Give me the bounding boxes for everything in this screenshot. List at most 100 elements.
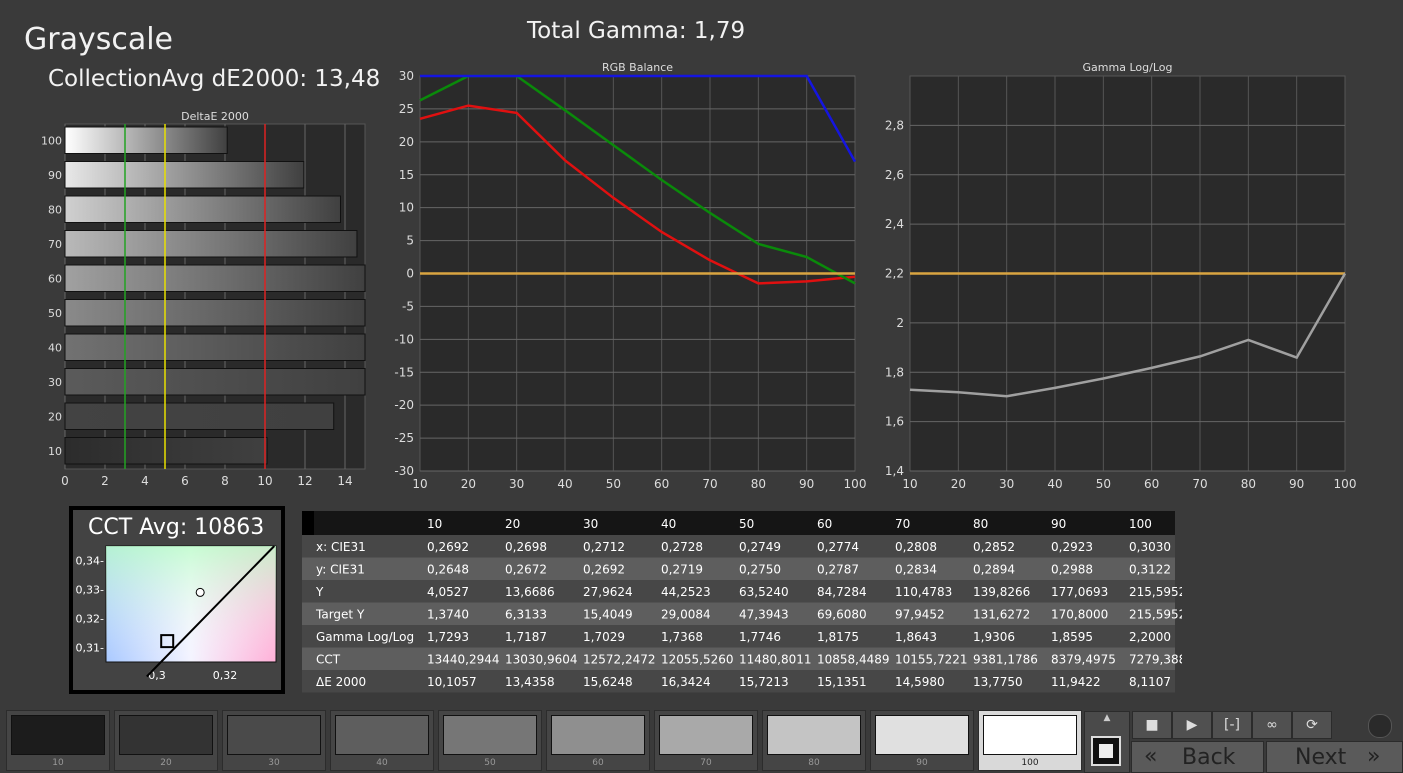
swatch-60[interactable]: 60 [546,710,650,771]
gamma-ytick-label: 2,8 [885,118,904,132]
table-corner [302,511,314,535]
swatch-50[interactable]: 50 [438,710,542,771]
gamma-xtick-label: 100 [1334,477,1357,491]
swatch-label: 60 [592,758,604,768]
table-column-header: 30 [583,517,598,531]
table-cell: 9381,1786 [973,653,1038,667]
swatch-30[interactable]: 30 [222,710,326,771]
table-cell: 0,2750 [739,563,781,577]
stop-button[interactable]: ■ [1132,711,1172,739]
swatch-label: 10 [52,758,64,768]
collection-avg-de2000: CollectionAvg dE2000: 13,48 [48,66,381,92]
rgb-ytick-label: -25 [394,431,414,445]
table-column-header: 50 [739,517,754,531]
table-cell: 84,7284 [817,585,867,599]
chevron-up-icon[interactable]: ▲ [1085,712,1129,724]
table-cell: 15,6248 [583,675,633,689]
table-row-label: CCT [316,653,341,667]
table-cell: 170,8000 [1051,608,1108,622]
table-cell: 215,5952 [1129,608,1182,622]
table-cell: 1,8595 [1051,630,1093,644]
play-button[interactable]: ▶ [1172,711,1212,739]
loop-button[interactable]: ∞ [1252,711,1292,739]
gamma-ytick-label: 2,6 [885,168,904,182]
rgb-xtick-label: 40 [557,477,572,491]
table-cell: 1,7293 [427,630,469,644]
gamma-xtick-label: 10 [902,477,917,491]
gamma-xtick-label: 40 [1047,477,1062,491]
table-row-label: Gamma Log/Log [316,630,414,644]
table-cell: 1,7746 [739,630,781,644]
stop-big-button[interactable] [1091,736,1121,766]
table-cell: 6,3133 [505,608,547,622]
rgb-ytick-label: 25 [399,102,414,116]
swatch-color [767,715,861,755]
back-label: Back [1182,745,1236,770]
table-cell: 177,0693 [1051,585,1108,599]
table-cell: 2,2000 [1129,630,1171,644]
table-cell: 4,0527 [427,585,469,599]
rgb-xtick-label: 50 [606,477,621,491]
swatch-80[interactable]: 80 [762,710,866,771]
table-cell: 69,6080 [817,608,867,622]
stop-icon: ■ [1145,717,1159,733]
rgb-xtick-label: 90 [799,477,814,491]
rgb-ytick-label: -30 [394,464,414,478]
deltae-bar [64,161,305,189]
deltae-bar [64,126,228,154]
gamma-xtick-label: 20 [951,477,966,491]
table-cell: 29,0084 [661,608,711,622]
rgb-ytick-label: 10 [399,201,414,215]
table-column-header: 10 [427,517,442,531]
table-column-header: 100 [1129,517,1152,531]
deltae-bar [64,437,268,465]
table-cell: 13,4358 [505,675,555,689]
swatch-10[interactable]: 10 [6,710,110,771]
deltae-category-label: 10 [48,445,62,458]
nav-arrows[interactable]: ▲ [1084,711,1130,773]
deltae-category-label: 90 [48,169,62,182]
table-row-label: y: CIE31 [316,563,365,577]
table-cell: 131,6272 [973,608,1030,622]
table-cell: 15,1351 [817,675,867,689]
swatch-color [227,715,321,755]
swatch-70[interactable]: 70 [654,710,758,771]
table-cell: 15,4049 [583,608,633,622]
deltae-xtick-label: 6 [181,474,189,488]
swatch-label: 90 [916,758,928,768]
table-cell: 139,8266 [973,585,1030,599]
rgb-xtick-label: 30 [509,477,524,491]
deltae-category-label: 20 [48,410,62,423]
table-cell: 10858,4489 [817,653,890,667]
table-cell: 0,2672 [505,563,547,577]
refresh-button[interactable]: ⟳ [1292,711,1332,739]
table-cell: 0,2808 [895,540,937,554]
swatch-100[interactable]: 100 [978,710,1082,771]
table-cell: 13,6686 [505,585,555,599]
swatch-20[interactable]: 20 [114,710,218,771]
table-cell: 0,2923 [1051,540,1093,554]
deltae-xtick-label: 8 [221,474,229,488]
swatch-label: 40 [376,758,388,768]
gamma-ytick-label: 1,8 [885,365,904,379]
next-label: Next [1295,745,1347,770]
table-cell: 0,2852 [973,540,1015,554]
table-cell: 47,3943 [739,608,789,622]
swatch-90[interactable]: 90 [870,710,974,771]
table-cell: 11480,8011 [739,653,812,667]
table-cell: 63,5240 [739,585,789,599]
back-button[interactable]: « Back [1131,741,1264,773]
table-cell: 15,7213 [739,675,789,689]
table-row-label: Target Y [315,608,365,622]
range-button[interactable]: [-] [1212,711,1252,739]
gamma-xtick-label: 70 [1192,477,1207,491]
table-cell: 1,3740 [427,608,469,622]
next-button[interactable]: Next » [1266,741,1403,773]
rgb-ytick-label: 5 [406,234,414,248]
rgb-ytick-label: 30 [399,69,414,83]
table-cell: 97,9452 [895,608,945,622]
deltae-category-label: 50 [48,307,62,320]
table-row-label: Y [315,585,324,599]
swatch-40[interactable]: 40 [330,710,434,771]
table-cell: 215,5952 [1129,585,1182,599]
